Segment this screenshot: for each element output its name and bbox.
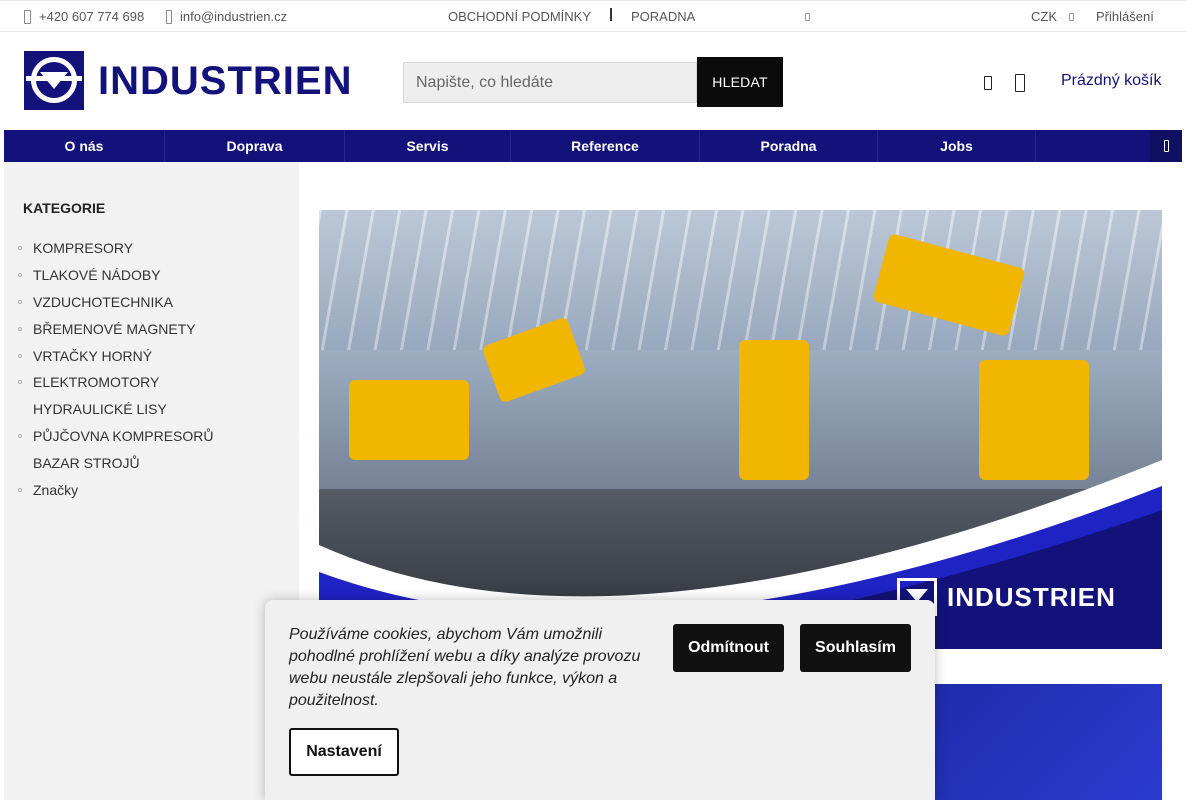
- category-item[interactable]: KOMPRESORY: [18, 235, 213, 262]
- category-label: KOMPRESORY: [33, 240, 134, 257]
- bullet-icon: [18, 246, 22, 251]
- category-label: TLAKOVÉ NÁDOBY: [33, 267, 161, 284]
- sidebar-title: KATEGORIE: [23, 200, 106, 216]
- user-icon[interactable]: [984, 76, 992, 90]
- logo-mark-icon: [24, 51, 84, 110]
- category-item[interactable]: ELEKTROMOTORY: [18, 369, 213, 396]
- email-address: info@industrien.cz: [180, 9, 288, 24]
- category-label: VZDUCHOTECHNIKA: [33, 293, 174, 310]
- category-list: KOMPRESORY TLAKOVÉ NÁDOBY VZDUCHOTECHNIK…: [18, 235, 213, 503]
- category-label: PŮJČOVNA KOMPRESORŮ: [33, 427, 214, 444]
- category-label: BŘEMENOVÉ MAGNETY: [33, 320, 196, 337]
- bullet-icon: [18, 380, 22, 385]
- nav-item-doprava[interactable]: Doprava: [165, 130, 345, 162]
- phone-link[interactable]: +420 607 774 698: [24, 1, 144, 32]
- logo-text: INDUSTRIEN: [98, 58, 353, 103]
- accept-cookies-button[interactable]: Souhlasím: [800, 624, 911, 672]
- category-item[interactable]: TLAKOVÉ NÁDOBY: [18, 262, 213, 289]
- site-logo[interactable]: INDUSTRIEN: [24, 51, 352, 110]
- category-item[interactable]: Značky: [18, 476, 213, 503]
- nav-item-poradna[interactable]: Poradna: [700, 130, 878, 162]
- category-item[interactable]: VRTAČKY HORNÝ: [18, 342, 213, 369]
- link-terms[interactable]: OBCHODNÍ PODMÍNKY: [448, 1, 591, 32]
- bullet-icon: [18, 273, 22, 278]
- nav-more-button[interactable]: [1150, 130, 1182, 162]
- cart-icon[interactable]: [1015, 74, 1025, 92]
- site-header: INDUSTRIEN HLEDAT Prázdný košík: [0, 32, 1186, 130]
- email-link[interactable]: info@industrien.cz: [166, 1, 287, 32]
- banner-logo-text: INDUSTRIEN: [947, 581, 1116, 612]
- nav-item-reference[interactable]: Reference: [511, 130, 700, 162]
- nav-item-servis[interactable]: Servis: [345, 130, 511, 162]
- category-label: ELEKTROMOTORY: [33, 374, 160, 391]
- main-navigation: O nás Doprava Servis Reference Poradna J…: [4, 130, 1182, 162]
- currency-label: CZK: [1031, 9, 1057, 24]
- divider: [610, 8, 612, 21]
- category-item[interactable]: HYDRAULICKÉ LISY: [18, 396, 213, 423]
- phone-number: +420 607 774 698: [39, 9, 145, 24]
- login-link[interactable]: Přihlášení: [1096, 1, 1154, 32]
- cookie-settings-button[interactable]: Nastavení: [289, 728, 399, 776]
- bullet-icon: [18, 433, 22, 438]
- search-button[interactable]: HLEDAT: [697, 57, 783, 107]
- cookie-text: Používáme cookies, abychom Vám umožnili …: [289, 626, 641, 709]
- nav-item-o-nas[interactable]: O nás: [4, 130, 165, 162]
- category-item[interactable]: PŮJČOVNA KOMPRESORŮ: [18, 423, 213, 450]
- link-poradna[interactable]: PORADNA: [631, 1, 695, 32]
- reject-cookies-button[interactable]: Odmítnout: [673, 624, 784, 672]
- cart-label[interactable]: Prázdný košík: [1061, 72, 1161, 90]
- nav-item-jobs[interactable]: Jobs: [878, 130, 1036, 162]
- search-form: HLEDAT: [403, 57, 783, 107]
- category-label: VRTAČKY HORNÝ: [33, 347, 153, 364]
- category-item[interactable]: BŘEMENOVÉ MAGNETY: [18, 315, 213, 342]
- category-label: Značky: [33, 481, 79, 498]
- hero-banner[interactable]: INDUSTRIEN: [319, 210, 1162, 649]
- phone-icon: [24, 9, 31, 24]
- bullet-icon: [18, 326, 22, 331]
- top-utility-bar: +420 607 774 698 info@industrien.cz OBCH…: [0, 0, 1186, 32]
- category-item[interactable]: VZDUCHOTECHNIKA: [18, 289, 213, 316]
- bullet-icon: [18, 353, 22, 358]
- bullet-icon: [18, 299, 22, 304]
- more-icon[interactable]: [805, 13, 810, 21]
- category-item[interactable]: BAZAR STROJŮ: [18, 449, 213, 476]
- bullet-icon: [18, 487, 22, 492]
- category-label: BAZAR STROJŮ: [33, 454, 140, 471]
- cookie-consent-dialog: Používáme cookies, abychom Vám umožnili …: [265, 600, 935, 800]
- chevron-down-icon[interactable]: [1069, 13, 1074, 21]
- category-sidebar: KATEGORIE KOMPRESORY TLAKOVÉ NÁDOBY VZDU…: [4, 162, 299, 800]
- currency-selector[interactable]: CZK: [1031, 1, 1057, 32]
- menu-icon: [1163, 140, 1169, 152]
- mail-icon: [166, 9, 172, 24]
- category-label: HYDRAULICKÉ LISY: [33, 401, 167, 418]
- search-input[interactable]: [403, 62, 697, 103]
